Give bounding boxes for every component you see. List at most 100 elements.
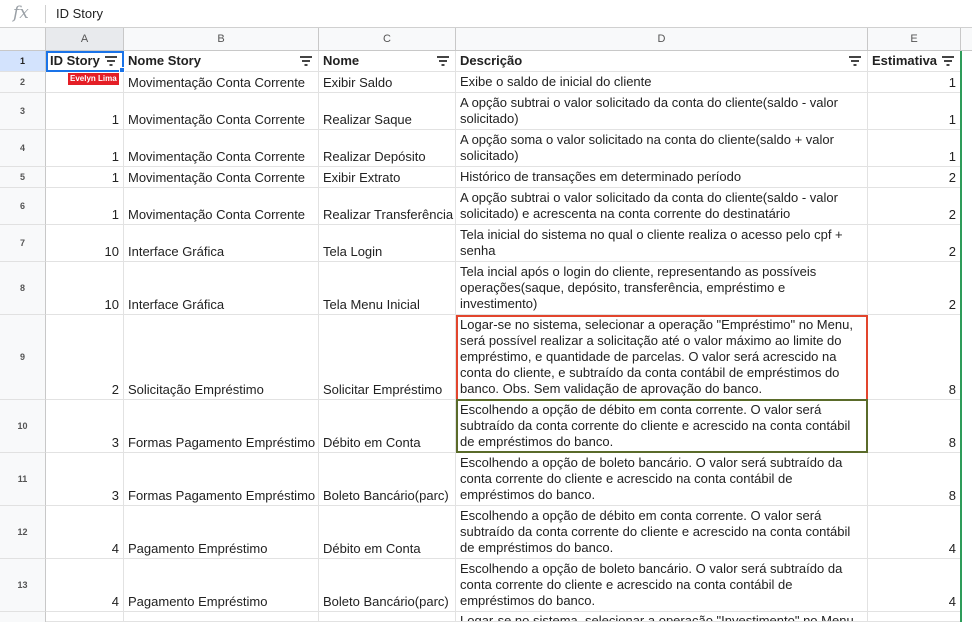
cell-nome[interactable]: Boleto Bancário(parc) <box>319 453 456 506</box>
cell-id-story[interactable]: 10 <box>46 225 124 262</box>
cell-id-story[interactable]: 1 <box>46 93 124 130</box>
column-header-c[interactable]: C <box>319 28 456 51</box>
cell-estimativa[interactable]: 1 <box>868 93 961 130</box>
cell-descricao[interactable]: A opção subtrai o valor solicitado da co… <box>456 188 868 225</box>
column-header-e[interactable]: E <box>868 28 961 51</box>
column-header-d[interactable]: D <box>456 28 868 51</box>
filter-icon[interactable] <box>300 56 312 66</box>
cell-nome-story[interactable]: Pagamento Empréstimo <box>124 559 319 612</box>
row-header[interactable]: 1 <box>0 51 46 72</box>
row-header[interactable] <box>0 612 46 622</box>
cell-estimativa[interactable]: 4 <box>868 506 961 559</box>
cell-nome[interactable]: Tela Menu Inicial <box>319 262 456 315</box>
cell-nome[interactable]: Exibir Extrato <box>319 167 456 188</box>
formula-bar: fx ID Story <box>0 0 972 28</box>
cell-estimativa[interactable]: 2 <box>868 167 961 188</box>
cell-id-story[interactable]: 3 <box>46 453 124 506</box>
cell-descricao[interactable]: Logar-se no sistema, selecionar a operaç… <box>456 612 868 622</box>
cell-id-story[interactable]: 1 <box>46 188 124 225</box>
cell-estimativa[interactable]: 8 <box>868 400 961 453</box>
row-header[interactable]: 3 <box>0 93 46 130</box>
cell-nome[interactable]: Realizar Saque <box>319 93 456 130</box>
cell-estimativa[interactable]: 4 <box>868 559 961 612</box>
cell-nome[interactable]: Realizar Depósito <box>319 130 456 167</box>
filter-icon[interactable] <box>437 56 449 66</box>
cell-id-story[interactable]: 1 <box>46 130 124 167</box>
row-header[interactable]: 13 <box>0 559 46 612</box>
cell-nome-story[interactable]: Movimentação Conta Corrente <box>124 167 319 188</box>
cell-id-story[interactable]: 10 <box>46 262 124 315</box>
cell-descricao[interactable]: Tela incial após o login do cliente, rep… <box>456 262 868 315</box>
row-header[interactable]: 2 <box>0 72 46 93</box>
cell-nome-story[interactable]: Movimentação Conta Corrente <box>124 72 319 93</box>
cell-nome-story[interactable]: Formas Pagamento Empréstimo <box>124 400 319 453</box>
row-header[interactable]: 7 <box>0 225 46 262</box>
cell-id-story[interactable]: 4 <box>46 506 124 559</box>
header-cell-id-story[interactable]: ID Story <box>46 51 124 72</box>
row-header[interactable]: 9 <box>0 315 46 400</box>
cell-nome-story[interactable]: Interface Gráfica <box>124 262 319 315</box>
cell-id-story[interactable] <box>46 612 124 622</box>
cell-descricao[interactable]: Tela inicial do sistema no qual o client… <box>456 225 868 262</box>
row-header[interactable]: 6 <box>0 188 46 225</box>
header-cell-nome-story[interactable]: Nome Story <box>124 51 319 72</box>
formula-bar-divider <box>45 5 46 23</box>
cell-nome[interactable]: Débito em Conta <box>319 400 456 453</box>
cell-descricao[interactable]: Histórico de transações em determinado p… <box>456 167 868 188</box>
cell-id-story[interactable]: 3 <box>46 400 124 453</box>
cell-descricao[interactable]: Logar-se no sistema, selecionar a operaç… <box>456 315 868 400</box>
cell-id-story[interactable]: 1 <box>46 167 124 188</box>
cell-descricao[interactable]: A opção subtrai o valor solicitado da co… <box>456 93 868 130</box>
cell-nome-story[interactable]: Formas Pagamento Empréstimo <box>124 453 319 506</box>
cell-estimativa[interactable]: 1 <box>868 130 961 167</box>
cell-estimativa[interactable]: 2 <box>868 188 961 225</box>
cell-nome-story[interactable]: Interface Gráfica <box>124 225 319 262</box>
fill-handle[interactable] <box>119 67 125 73</box>
filter-icon[interactable] <box>849 56 861 66</box>
cell-estimativa[interactable] <box>868 612 961 622</box>
cell-nome-story[interactable] <box>124 612 319 622</box>
row-header[interactable]: 11 <box>0 453 46 506</box>
cell-nome-story[interactable]: Pagamento Empréstimo <box>124 506 319 559</box>
cell-nome[interactable]: Tela Login <box>319 225 456 262</box>
filter-icon[interactable] <box>942 56 954 66</box>
header-cell-estimativa[interactable]: Estimativa <box>868 51 961 72</box>
cell-id-story[interactable]: 4 <box>46 559 124 612</box>
cell-nome[interactable]: Realizar Transferência <box>319 188 456 225</box>
column-header-b[interactable]: B <box>124 28 319 51</box>
cell-descricao[interactable]: A opção soma o valor solicitado na conta… <box>456 130 868 167</box>
row-header[interactable]: 10 <box>0 400 46 453</box>
collaborator-tag: Evelyn Lima <box>68 73 119 85</box>
filter-icon[interactable] <box>105 56 117 66</box>
cell-nome-story[interactable]: Movimentação Conta Corrente <box>124 188 319 225</box>
cell-nome[interactable]: Exibir Saldo <box>319 72 456 93</box>
cell-descricao[interactable]: Escolhendo a opção de boleto bancário. O… <box>456 453 868 506</box>
cell-nome-story[interactable]: Solicitação Empréstimo <box>124 315 319 400</box>
cell-nome[interactable]: Solicitar Empréstimo <box>319 315 456 400</box>
row-header[interactable]: 5 <box>0 167 46 188</box>
cell-estimativa[interactable]: 2 <box>868 262 961 315</box>
cell-nome[interactable] <box>319 612 456 622</box>
cell-nome[interactable]: Débito em Conta <box>319 506 456 559</box>
cell-descricao[interactable]: Escolhendo a opção de boleto bancário. O… <box>456 559 868 612</box>
cell-descricao[interactable]: Escolhendo a opção de débito em conta co… <box>456 400 868 453</box>
cell-id-story[interactable]: 2 <box>46 315 124 400</box>
cell-estimativa[interactable]: 2 <box>868 225 961 262</box>
cell-estimativa[interactable]: 8 <box>868 453 961 506</box>
column-header-a[interactable]: A <box>46 28 124 51</box>
formula-input[interactable]: ID Story <box>56 6 103 21</box>
cell-estimativa[interactable]: 1 <box>868 72 961 93</box>
cell-descricao[interactable]: Exibe o saldo de inicial do cliente <box>456 72 868 93</box>
row-header[interactable]: 8 <box>0 262 46 315</box>
cell-estimativa[interactable]: 8 <box>868 315 961 400</box>
cell-nome-story[interactable]: Movimentação Conta Corrente <box>124 130 319 167</box>
cell-nome-story[interactable]: Movimentação Conta Corrente <box>124 93 319 130</box>
cell-descricao[interactable]: Escolhendo a opção de débito em conta co… <box>456 506 868 559</box>
row-header[interactable]: 4 <box>0 130 46 167</box>
header-cell-descricao[interactable]: Descrição <box>456 51 868 72</box>
cell-nome[interactable]: Boleto Bancário(parc) <box>319 559 456 612</box>
header-cell-nome[interactable]: Nome <box>319 51 456 72</box>
select-all-corner[interactable] <box>0 28 46 51</box>
column-header-f[interactable] <box>961 28 972 51</box>
row-header[interactable]: 12 <box>0 506 46 559</box>
